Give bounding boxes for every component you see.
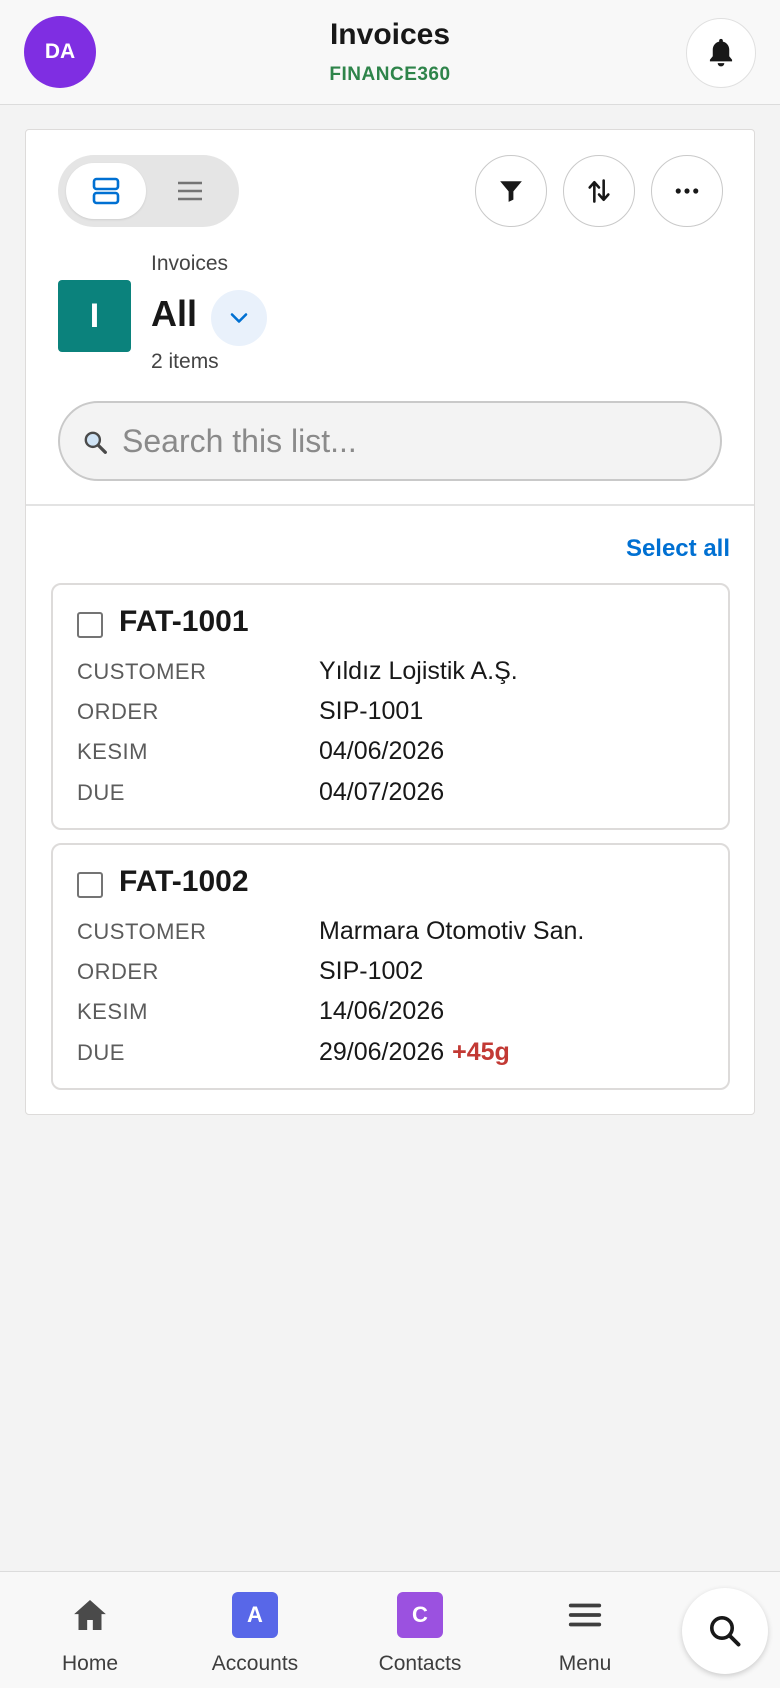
field-label: CUSTOMER bbox=[77, 659, 207, 684]
search-icon bbox=[84, 431, 107, 454]
notifications-button[interactable] bbox=[686, 18, 756, 88]
object-label: Invoices bbox=[151, 252, 229, 275]
home-icon bbox=[74, 1600, 106, 1630]
table-view-button[interactable] bbox=[150, 163, 230, 219]
chevron-down-icon bbox=[230, 313, 248, 323]
search-icon bbox=[709, 1615, 741, 1647]
tab-label: Menu bbox=[558, 1652, 612, 1675]
field-value: SIP-1001 bbox=[319, 697, 424, 725]
field-label: CUSTOMER bbox=[77, 919, 207, 944]
menu-icon-wrap bbox=[562, 1592, 608, 1638]
item-count: 2 items bbox=[151, 350, 219, 373]
field-label: ORDER bbox=[77, 959, 159, 984]
object-icon: I bbox=[58, 280, 131, 352]
tab-label: Home bbox=[61, 1652, 119, 1675]
sort-button[interactable] bbox=[563, 155, 635, 227]
contacts-icon-wrap: C bbox=[397, 1592, 443, 1638]
contacts-icon: C bbox=[397, 1592, 443, 1638]
tab-label: Contacts bbox=[378, 1652, 462, 1675]
record-field: KESIM 04/06/2026 bbox=[77, 737, 717, 767]
field-label: ORDER bbox=[77, 699, 159, 724]
tab-accounts[interactable]: A Accounts bbox=[180, 1592, 330, 1682]
field-label: KESIM bbox=[77, 739, 148, 764]
record-checkbox[interactable] bbox=[77, 872, 103, 898]
sort-icon bbox=[588, 179, 610, 203]
record-field: CUSTOMER Yıldız Lojistik A.Ş. bbox=[77, 657, 717, 687]
record-title[interactable]: FAT-1002 bbox=[119, 865, 249, 899]
record-field: ORDER SIP-1002 bbox=[77, 957, 717, 987]
card-view-button[interactable] bbox=[66, 163, 146, 219]
field-value: 14/06/2026 bbox=[319, 997, 445, 1025]
overdue-badge: +45g bbox=[452, 1038, 510, 1066]
field-label: KESIM bbox=[77, 999, 148, 1024]
filter-button[interactable] bbox=[475, 155, 547, 227]
search-input[interactable] bbox=[122, 417, 702, 465]
due-date: 29/06/2026 bbox=[319, 1038, 445, 1066]
list-view-picker-button[interactable] bbox=[211, 290, 267, 346]
record-field: KESIM 14/06/2026 bbox=[77, 997, 717, 1027]
table-view-icon bbox=[178, 181, 202, 201]
field-value: SIP-1002 bbox=[319, 957, 424, 985]
field-value: 29/06/2026 +45g bbox=[319, 1038, 510, 1067]
card-view-icon bbox=[92, 177, 120, 205]
record-card[interactable]: FAT-1001 CUSTOMER Yıldız Lojistik A.Ş. O… bbox=[51, 583, 730, 830]
field-value: Yıldız Lojistik A.Ş. bbox=[319, 657, 518, 685]
record-card[interactable]: FAT-1002 CUSTOMER Marmara Otomotiv San. … bbox=[51, 843, 730, 1090]
tab-contacts[interactable]: C Contacts bbox=[345, 1592, 495, 1682]
section-divider bbox=[26, 504, 754, 506]
view-toggle bbox=[58, 155, 239, 227]
field-value: 04/07/2026 bbox=[319, 778, 445, 806]
list-view-name: All bbox=[151, 293, 198, 334]
record-field: CUSTOMER Marmara Otomotiv San. bbox=[77, 917, 717, 947]
bottom-tab-bar: Home A Accounts C Contacts Menu bbox=[0, 1571, 780, 1688]
accounts-icon-wrap: A bbox=[232, 1592, 278, 1638]
record-checkbox[interactable] bbox=[77, 612, 103, 638]
record-field: DUE 29/06/2026 +45g bbox=[77, 1038, 717, 1068]
record-field: ORDER SIP-1001 bbox=[77, 697, 717, 727]
list-view-card: I Invoices All 2 items Select all FAT-10… bbox=[25, 129, 755, 1115]
menu-icon bbox=[568, 1603, 602, 1627]
select-all-link[interactable]: Select all bbox=[626, 535, 730, 563]
bell-icon bbox=[709, 38, 733, 67]
accounts-icon: A bbox=[232, 1592, 278, 1638]
search-box bbox=[58, 401, 722, 481]
field-value: 04/06/2026 bbox=[319, 737, 445, 765]
app-header: DA Invoices FINANCE360 bbox=[0, 0, 780, 105]
home-icon-wrap bbox=[67, 1592, 113, 1638]
tab-menu[interactable]: Menu bbox=[510, 1592, 660, 1682]
app-name: FINANCE360 bbox=[329, 64, 451, 85]
tab-label: Accounts bbox=[211, 1652, 299, 1675]
field-label: DUE bbox=[77, 780, 125, 805]
tab-home[interactable]: Home bbox=[15, 1592, 165, 1682]
more-icon bbox=[675, 188, 699, 194]
filter-icon bbox=[500, 181, 522, 202]
field-value: Marmara Otomotiv San. bbox=[319, 917, 585, 945]
record-field: DUE 04/07/2026 bbox=[77, 778, 717, 808]
more-actions-button[interactable] bbox=[651, 155, 723, 227]
page-title: Invoices bbox=[329, 18, 451, 51]
field-label: DUE bbox=[77, 1040, 125, 1065]
record-title[interactable]: FAT-1001 bbox=[119, 605, 249, 639]
global-search-button[interactable] bbox=[682, 1588, 768, 1674]
